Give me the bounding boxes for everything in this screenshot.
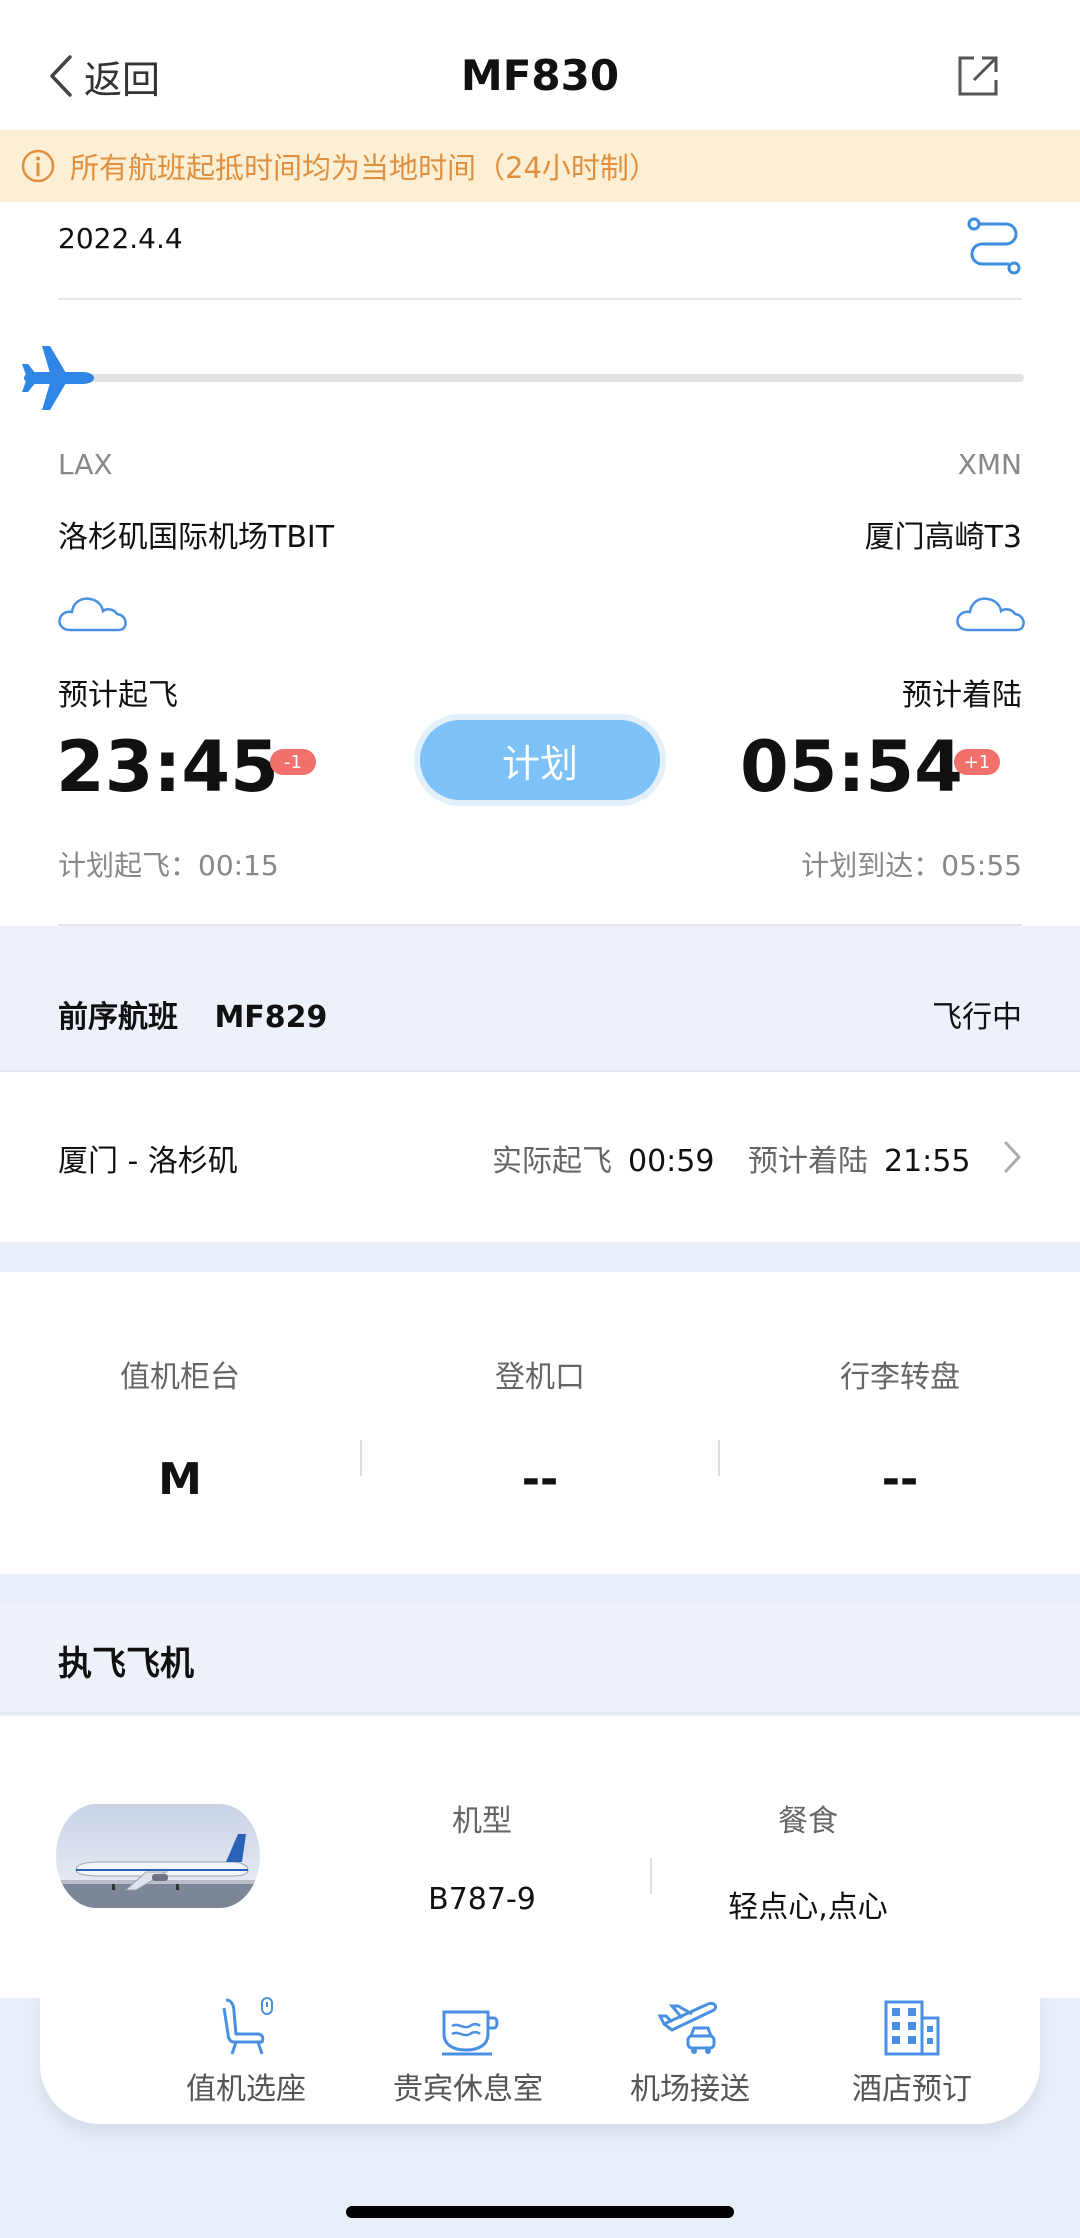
airplane-icon: [22, 346, 94, 410]
arrival-weather-cloud-icon: [956, 597, 1025, 632]
airport-transfer-icon: [658, 2002, 718, 2054]
aircraft-type-value: B787-9: [428, 1882, 536, 1917]
chevron-right-icon: [1004, 1141, 1021, 1173]
arrival-time: 05:54: [740, 726, 963, 808]
service-label: 值机选座: [186, 2072, 306, 2107]
arrival-code: XMN: [957, 448, 1022, 481]
service-hotel-booking[interactable]: 酒店预订: [802, 1994, 1022, 2124]
lounge-icon: [442, 2010, 499, 2056]
checkin-counter-label: 值机柜台: [120, 1360, 240, 1395]
home-indicator[interactable]: [346, 2206, 734, 2218]
actual-takeoff-label: 实际起飞: [492, 1144, 612, 1179]
boarding-gate-value: --: [521, 1454, 559, 1505]
departure-airport: 洛杉矶国际机场TBIT: [58, 520, 335, 555]
flight-progress-track: [80, 374, 1024, 382]
airport-info-card: [0, 1272, 1080, 1574]
previous-flight-est-landing: 预计着陆 21:55: [748, 1136, 970, 1180]
aircraft-section-title: 执飞飞机: [58, 1644, 194, 1684]
aircraft-photo: [56, 1804, 260, 1908]
flight-date: 2022.4.4: [58, 222, 183, 255]
previous-flight-actual-takeoff: 实际起飞 00:59: [492, 1136, 714, 1180]
planned-departure: 计划起飞：00:15: [58, 844, 279, 884]
planned-arrival-time: 05:55: [941, 849, 1022, 882]
planned-arrival: 计划到达：05:55: [801, 844, 1022, 884]
baggage-carousel-value: --: [881, 1454, 919, 1505]
page-title: MF830: [460, 51, 620, 100]
est-landing-time: 21:55: [884, 1144, 971, 1179]
aircraft-type-label: 机型: [452, 1804, 512, 1839]
previous-flight-status: 飞行中: [932, 1000, 1022, 1035]
planned-departure-label: 计划起飞：: [58, 849, 199, 882]
notice-text: 所有航班起抵时间均为当地时间（24小时制）: [70, 151, 658, 185]
route-map-icon[interactable]: [966, 216, 1022, 276]
service-label: 机场接送: [630, 2072, 750, 2107]
arrival-estimate-label: 预计着陆: [902, 678, 1022, 713]
departure-weather-cloud-icon: [58, 597, 127, 632]
flight-card: [0, 202, 1080, 926]
baggage-carousel-label: 行李转盘: [840, 1360, 960, 1395]
est-landing-label: 预计着陆: [748, 1144, 868, 1179]
seat-icon: [222, 1997, 273, 2055]
services-bar: 值机选座 贵宾休息室 机场接送 酒店预订: [40, 1994, 1040, 2124]
share-icon[interactable]: [954, 52, 1002, 100]
service-label: 酒店预订: [852, 2072, 972, 2107]
actual-takeoff-time: 00:59: [628, 1144, 715, 1179]
service-vip-lounge[interactable]: 贵宾休息室: [358, 1994, 578, 2124]
arrival-airport: 厦门高崎T3: [864, 520, 1022, 555]
departure-day-offset-badge: -1: [270, 749, 316, 775]
service-checkin-seat[interactable]: 值机选座: [136, 1994, 356, 2124]
departure-time: 23:45: [56, 726, 279, 808]
previous-flight-number: MF829: [214, 1000, 328, 1035]
previous-flight-route: 厦门 - 洛杉矶: [58, 1144, 238, 1179]
previous-flight-label: 前序航班: [58, 1000, 178, 1035]
info-icon: [21, 149, 55, 183]
column-divider: [650, 1858, 652, 1894]
meal-label: 餐食: [778, 1804, 838, 1839]
previous-flight-title: 前序航班 MF829: [58, 992, 327, 1036]
departure-code: LAX: [58, 448, 113, 481]
flight-status-badge: 计划: [420, 720, 660, 800]
planned-arrival-label: 计划到达：: [801, 849, 942, 882]
departure-estimate-label: 预计起飞: [58, 678, 178, 713]
service-label: 贵宾休息室: [393, 2072, 543, 2107]
meal-value: 轻点心,点心: [728, 1890, 888, 1925]
boarding-gate-label: 登机口: [495, 1360, 585, 1395]
timezone-notice: 所有航班起抵时间均为当地时间（24小时制）: [0, 130, 1080, 202]
hotel-icon: [884, 2000, 940, 2056]
service-airport-transfer[interactable]: 机场接送: [580, 1994, 800, 2124]
divider: [58, 298, 1022, 300]
arrival-day-offset-badge: +1: [954, 749, 1000, 775]
planned-departure-time: 00:15: [198, 849, 279, 882]
checkin-counter-value: M: [158, 1454, 202, 1505]
